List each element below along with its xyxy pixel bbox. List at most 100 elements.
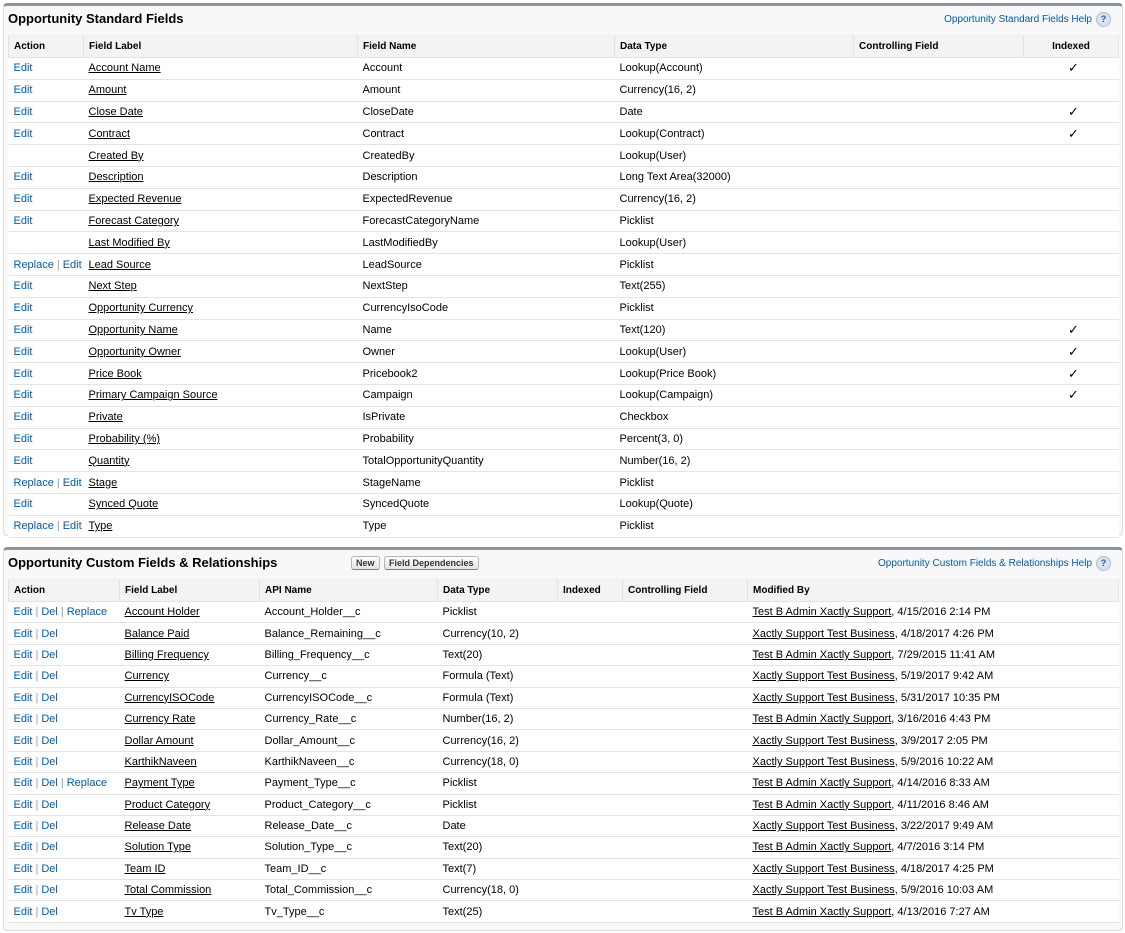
modified-by-user-link[interactable]: Xactly Support Test Business [753, 820, 895, 832]
field-label-link[interactable]: Payment Type [125, 777, 195, 789]
edit-link[interactable]: Edit [14, 433, 33, 445]
field-label-link[interactable]: Billing Frequency [125, 649, 209, 661]
edit-link[interactable]: Edit [14, 498, 33, 510]
del-link[interactable]: Del [41, 606, 58, 618]
field-label-link[interactable]: Last Modified By [89, 237, 170, 249]
new-field-button[interactable]: New [351, 556, 380, 570]
edit-link[interactable]: Edit [14, 215, 33, 227]
edit-link[interactable]: Edit [14, 171, 33, 183]
del-link[interactable]: Del [41, 756, 58, 768]
edit-link[interactable]: Edit [14, 84, 33, 96]
field-label-link[interactable]: Contract [89, 128, 131, 140]
modified-by-user-link[interactable]: Test B Admin Xactly Support [753, 713, 892, 725]
field-label-link[interactable]: Balance Paid [125, 628, 190, 640]
edit-link[interactable]: Edit [14, 128, 33, 140]
del-link[interactable]: Del [41, 884, 58, 896]
edit-link[interactable]: Edit [14, 863, 33, 875]
edit-link[interactable]: Edit [63, 477, 82, 489]
field-label-link[interactable]: Currency [125, 670, 170, 682]
edit-link[interactable]: Edit [14, 649, 33, 661]
modified-by-user-link[interactable]: Test B Admin Xactly Support [753, 906, 892, 918]
del-link[interactable]: Del [41, 906, 58, 918]
edit-link[interactable]: Edit [14, 280, 33, 292]
field-label-link[interactable]: Account Name [89, 62, 161, 74]
edit-link[interactable]: Edit [14, 820, 33, 832]
replace-link[interactable]: Replace [67, 777, 107, 789]
field-label-link[interactable]: Next Step [89, 280, 137, 292]
del-link[interactable]: Del [41, 799, 58, 811]
field-label-link[interactable]: Forecast Category [89, 215, 179, 227]
edit-link[interactable]: Edit [14, 884, 33, 896]
modified-by-user-link[interactable]: Xactly Support Test Business [753, 692, 895, 704]
edit-link[interactable]: Edit [63, 259, 82, 271]
field-label-link[interactable]: Synced Quote [89, 498, 159, 510]
field-label-link[interactable]: Opportunity Currency [89, 302, 194, 314]
edit-link[interactable]: Edit [14, 368, 33, 380]
edit-link[interactable]: Edit [14, 906, 33, 918]
field-label-link[interactable]: Description [89, 171, 144, 183]
edit-link[interactable]: Edit [14, 193, 33, 205]
replace-link[interactable]: Replace [14, 259, 54, 271]
standard-fields-help-link[interactable]: Opportunity Standard Fields Help [944, 14, 1092, 25]
field-label-link[interactable]: Tv Type [125, 906, 164, 918]
del-link[interactable]: Del [41, 670, 58, 682]
field-label-link[interactable]: Price Book [89, 368, 142, 380]
field-label-link[interactable]: Dollar Amount [125, 735, 194, 747]
field-label-link[interactable]: Team ID [125, 863, 166, 875]
modified-by-user-link[interactable]: Xactly Support Test Business [753, 756, 895, 768]
edit-link[interactable]: Edit [14, 841, 33, 853]
edit-link[interactable]: Edit [14, 389, 33, 401]
field-label-link[interactable]: Lead Source [89, 259, 151, 271]
field-label-link[interactable]: Opportunity Owner [89, 346, 181, 358]
edit-link[interactable]: Edit [14, 324, 33, 336]
help-icon[interactable]: ? [1096, 12, 1111, 27]
edit-link[interactable]: Edit [14, 411, 33, 423]
del-link[interactable]: Del [41, 649, 58, 661]
replace-link[interactable]: Replace [67, 606, 107, 618]
edit-link[interactable]: Edit [63, 520, 82, 532]
modified-by-user-link[interactable]: Test B Admin Xactly Support [753, 841, 892, 853]
replace-link[interactable]: Replace [14, 477, 54, 489]
field-label-link[interactable]: Probability (%) [89, 433, 161, 445]
del-link[interactable]: Del [41, 713, 58, 725]
edit-link[interactable]: Edit [14, 628, 33, 640]
field-label-link[interactable]: Amount [89, 84, 127, 96]
field-label-link[interactable]: Opportunity Name [89, 324, 178, 336]
field-label-link[interactable]: Currency Rate [125, 713, 196, 725]
field-label-link[interactable]: Solution Type [125, 841, 191, 853]
replace-link[interactable]: Replace [14, 520, 54, 532]
del-link[interactable]: Del [41, 628, 58, 640]
field-label-link[interactable]: Release Date [125, 820, 192, 832]
field-label-link[interactable]: Stage [89, 477, 118, 489]
edit-link[interactable]: Edit [14, 106, 33, 118]
field-label-link[interactable]: Product Category [125, 799, 211, 811]
field-label-link[interactable]: Close Date [89, 106, 143, 118]
edit-link[interactable]: Edit [14, 455, 33, 467]
del-link[interactable]: Del [41, 692, 58, 704]
modified-by-user-link[interactable]: Xactly Support Test Business [753, 884, 895, 896]
edit-link[interactable]: Edit [14, 777, 33, 789]
field-dependencies-button[interactable]: Field Dependencies [384, 556, 479, 570]
edit-link[interactable]: Edit [14, 302, 33, 314]
edit-link[interactable]: Edit [14, 735, 33, 747]
field-label-link[interactable]: CurrencyISOCode [125, 692, 215, 704]
modified-by-user-link[interactable]: Xactly Support Test Business [753, 863, 895, 875]
del-link[interactable]: Del [41, 841, 58, 853]
field-label-link[interactable]: Created By [89, 150, 144, 162]
field-label-link[interactable]: Account Holder [125, 606, 200, 618]
del-link[interactable]: Del [41, 820, 58, 832]
edit-link[interactable]: Edit [14, 713, 33, 725]
modified-by-user-link[interactable]: Xactly Support Test Business [753, 735, 895, 747]
del-link[interactable]: Del [41, 863, 58, 875]
modified-by-user-link[interactable]: Test B Admin Xactly Support [753, 649, 892, 661]
modified-by-user-link[interactable]: Xactly Support Test Business [753, 628, 895, 640]
edit-link[interactable]: Edit [14, 346, 33, 358]
del-link[interactable]: Del [41, 735, 58, 747]
field-label-link[interactable]: Quantity [89, 455, 130, 467]
modified-by-user-link[interactable]: Test B Admin Xactly Support [753, 799, 892, 811]
edit-link[interactable]: Edit [14, 62, 33, 74]
edit-link[interactable]: Edit [14, 756, 33, 768]
field-label-link[interactable]: Total Commission [125, 884, 212, 896]
edit-link[interactable]: Edit [14, 799, 33, 811]
custom-fields-help-link[interactable]: Opportunity Custom Fields & Relationship… [878, 558, 1092, 569]
